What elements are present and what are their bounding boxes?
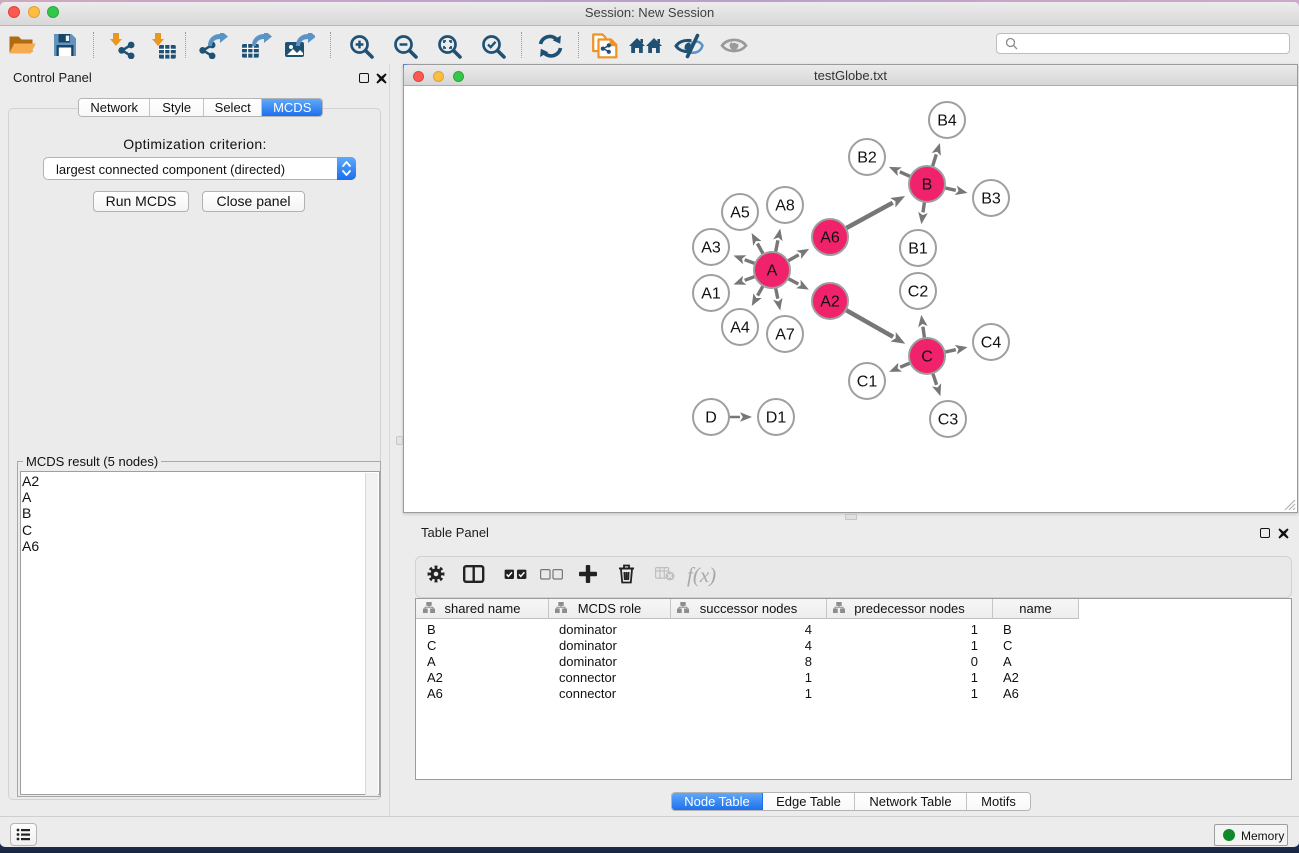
- svg-text:A: A: [767, 263, 778, 280]
- svg-text:B: B: [922, 177, 933, 194]
- svg-text:C4: C4: [981, 335, 1002, 352]
- svg-text:A4: A4: [730, 320, 750, 337]
- svg-text:C: C: [921, 349, 933, 366]
- svg-text:B2: B2: [857, 150, 877, 167]
- svg-text:D1: D1: [766, 410, 787, 427]
- svg-text:B4: B4: [937, 113, 957, 130]
- svg-text:A5: A5: [730, 205, 750, 222]
- svg-text:B3: B3: [981, 191, 1001, 208]
- svg-text:C1: C1: [857, 374, 878, 391]
- svg-text:A6: A6: [820, 230, 840, 247]
- svg-text:D: D: [705, 410, 717, 427]
- svg-text:A1: A1: [701, 286, 721, 303]
- svg-text:A8: A8: [775, 198, 795, 215]
- svg-text:A2: A2: [820, 294, 840, 311]
- svg-text:C2: C2: [908, 284, 929, 301]
- svg-text:A7: A7: [775, 327, 795, 344]
- svg-text:B1: B1: [908, 241, 928, 258]
- svg-text:A3: A3: [701, 240, 721, 257]
- svg-text:C3: C3: [938, 412, 959, 429]
